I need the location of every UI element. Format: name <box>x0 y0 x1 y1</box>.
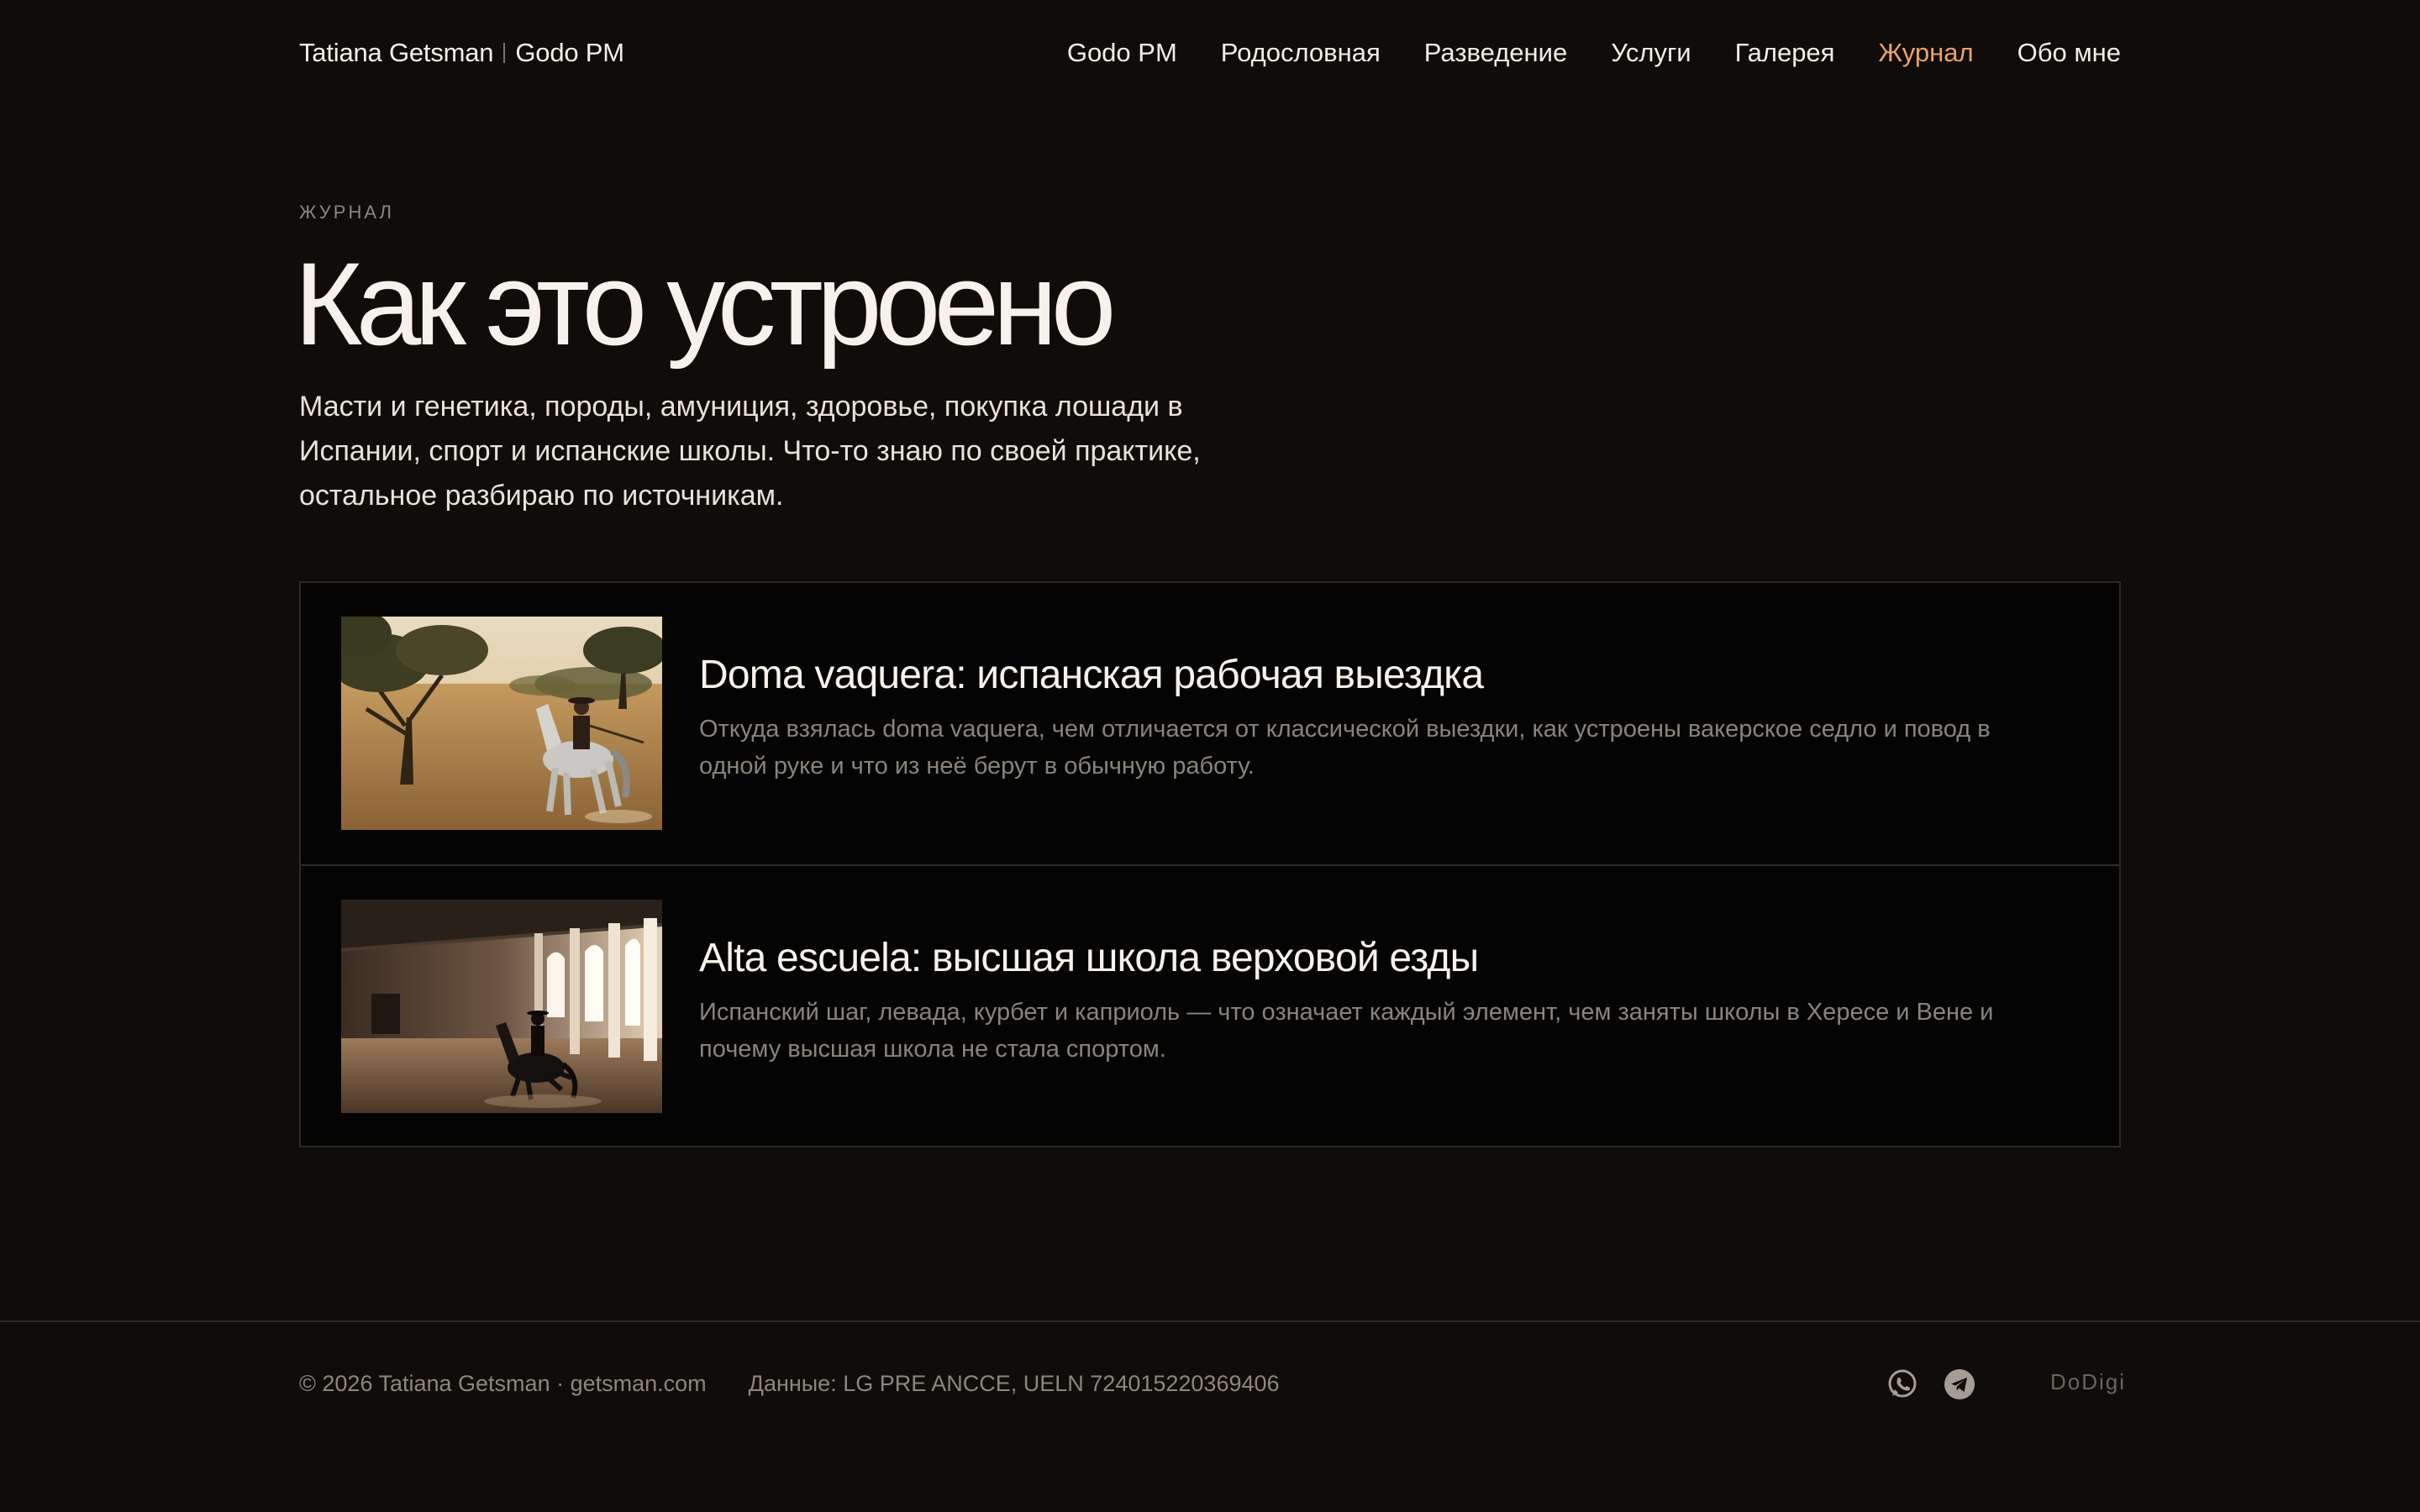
article-thumbnail[interactable] <box>341 900 662 1113</box>
page-lead: Масти и генетика, породы, амуниция, здор… <box>299 391 1201 512</box>
footer-info: © 2026 Tatiana Getsman · getsman.com Дан… <box>299 1371 1280 1397</box>
telegram-icon[interactable] <box>1943 1368 1976 1401</box>
site-header: Tatiana Getsman Godo PM Godo PM Родослов… <box>299 32 2121 74</box>
brand-name: Tatiana Getsman <box>299 38 494 67</box>
article-description: Откуда взялась doma vaquera, чем отличае… <box>699 716 1991 780</box>
nav-item-breeding[interactable]: Разведение <box>1424 38 1567 68</box>
rider-on-grey-horse-in-field-photo <box>341 617 662 830</box>
article-card-doma-vaquera[interactable]: Doma vaquera: испанская рабочая выездка … <box>301 583 2119 864</box>
article-text: Doma vaquera: испанская рабочая выездка … <box>699 617 2010 785</box>
brand-logo-link[interactable]: Tatiana Getsman Godo PM <box>299 38 624 68</box>
brand-separator <box>503 43 506 63</box>
article-list: Doma vaquera: испанская рабочая выездка … <box>299 581 2121 1147</box>
article-title[interactable]: Alta escuela: высшая школа верховой езды <box>699 933 2010 984</box>
rider-in-indoor-arena-photo <box>341 900 662 1113</box>
site-footer: © 2026 Tatiana Getsman · getsman.com Дан… <box>0 1320 2420 1512</box>
nav-item-pedigree[interactable]: Родословная <box>1221 38 1381 68</box>
article-title[interactable]: Doma vaquera: испанская рабочая выездка <box>699 650 2010 701</box>
nav-item-services[interactable]: Услуги <box>1611 38 1691 68</box>
article-description: Испанский шаг, левада, курбет и каприоль… <box>699 999 1994 1063</box>
footer-data-note: Данные: LG PRE ANCCE, UELN 7240152203694… <box>748 1371 1280 1396</box>
whatsapp-icon[interactable] <box>1886 1368 1919 1401</box>
page-title: Как это устроено <box>294 238 1117 370</box>
nav-item-about[interactable]: Обо мне <box>2018 38 2121 68</box>
footer-socials <box>1886 1368 1976 1401</box>
article-thumbnail[interactable] <box>341 617 662 830</box>
article-card-alta-escuela[interactable]: Alta escuela: высшая школа верховой езды… <box>301 864 2119 1146</box>
main-nav: Godo PM Родословная Разведение Услуги Га… <box>1067 38 2121 68</box>
article-text: Alta escuela: высшая школа верховой езды… <box>699 900 2010 1068</box>
section-eyebrow: ЖУРНАЛ <box>299 202 394 223</box>
developer-credit-link[interactable]: DoDigi <box>2050 1369 2126 1395</box>
brand-subtitle: Godo PM <box>515 38 624 67</box>
footer-copyright: © 2026 Tatiana Getsman · getsman.com <box>299 1371 707 1396</box>
nav-item-journal[interactable]: Журнал <box>1878 38 1973 68</box>
nav-item-godo-pm[interactable]: Godo PM <box>1067 38 1177 68</box>
nav-item-gallery[interactable]: Галерея <box>1735 38 1835 68</box>
